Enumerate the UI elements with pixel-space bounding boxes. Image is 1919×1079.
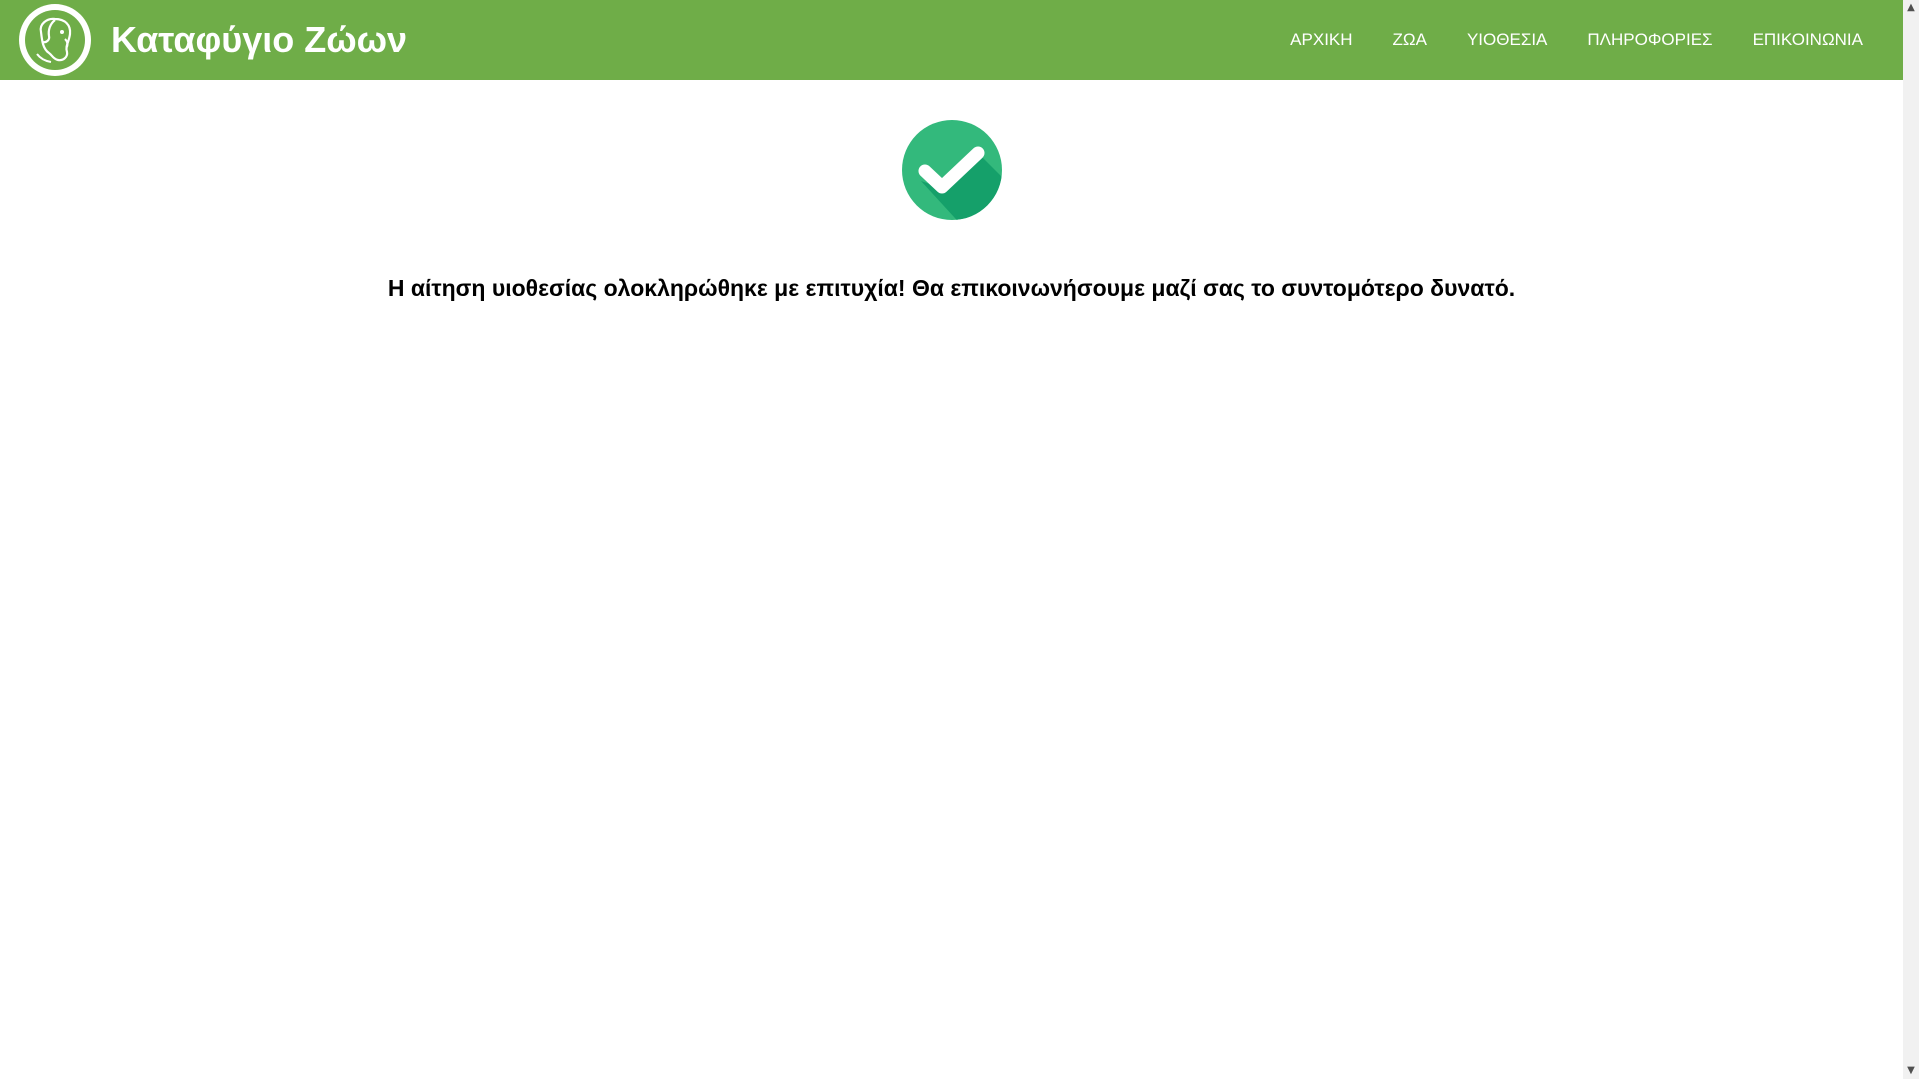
- main-nav: ΑΡΧΙΚΗ ΖΩΑ ΥΙΟΘΕΣΙΑ ΠΛΗΡΟΦΟΡΙΕΣ ΕΠΙΚΟΙΝΩ…: [1270, 0, 1883, 80]
- page: Καταφύγιο Ζώων ΑΡΧΙΚΗ ΖΩΑ ΥΙΟΘΕΣΙΑ ΠΛΗΡΟ…: [0, 0, 1903, 1079]
- nav-item-adoption[interactable]: ΥΙΟΘΕΣΙΑ: [1447, 30, 1567, 50]
- scroll-down-arrow-icon[interactable]: ▼: [1903, 1063, 1919, 1079]
- nav-item-home[interactable]: ΑΡΧΙΚΗ: [1270, 30, 1372, 50]
- scroll-up-arrow-icon[interactable]: ▲: [1903, 0, 1919, 16]
- site-title: Καταφύγιο Ζώων: [111, 19, 408, 60]
- nav-item-info[interactable]: ΠΛΗΡΟΦΟΡΙΕΣ: [1567, 30, 1732, 50]
- vertical-scrollbar[interactable]: ▲ ▼: [1903, 0, 1919, 1079]
- check-circle-icon: [901, 120, 1002, 220]
- nav-item-animals[interactable]: ΖΩΑ: [1373, 30, 1447, 50]
- confirmation-section: Η αίτηση υιοθεσίας ολοκληρώθηκε με επιτυ…: [0, 80, 1903, 302]
- confirmation-message: Η αίτηση υιοθεσίας ολοκληρώθηκε με επιτυ…: [387, 275, 1516, 301]
- dog-head-logo-icon: [19, 4, 91, 76]
- top-navbar: Καταφύγιο Ζώων ΑΡΧΙΚΗ ΖΩΑ ΥΙΟΘΕΣΙΑ ΠΛΗΡΟ…: [0, 0, 1903, 80]
- nav-item-contact[interactable]: ΕΠΙΚΟΙΝΩΝΙΑ: [1733, 30, 1883, 50]
- brand-home-link[interactable]: Καταφύγιο Ζώων: [19, 3, 407, 77]
